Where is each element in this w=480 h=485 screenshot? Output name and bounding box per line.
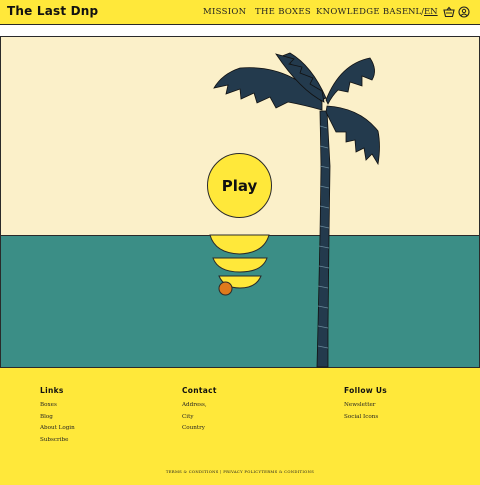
footer: Links Boxes Blog About Login Subscribe C… bbox=[0, 368, 480, 485]
footer-link-about-login[interactable]: About Login bbox=[40, 423, 75, 435]
lang-en[interactable]: EN bbox=[424, 7, 438, 17]
footer-link-subscribe[interactable]: Subscribe bbox=[40, 435, 75, 447]
footer-link-blog[interactable]: Blog bbox=[40, 412, 75, 424]
footer-contact-country: Country bbox=[182, 425, 205, 431]
footer-link-social-icons[interactable]: Social Icons bbox=[344, 412, 387, 424]
nav-the-boxes[interactable]: THE BOXES bbox=[255, 7, 311, 17]
beach-ball bbox=[218, 281, 233, 296]
nav-mission[interactable]: MISSION bbox=[203, 7, 246, 17]
language-switcher: NL/EN bbox=[408, 7, 438, 17]
header-spacer bbox=[0, 25, 480, 36]
footer-links-title: Links bbox=[40, 386, 64, 395]
footer-contact-city: City bbox=[182, 413, 194, 420]
lang-nl[interactable]: NL bbox=[408, 7, 421, 17]
nav-knowledge-base[interactable]: KNOWLEDGE BASE bbox=[316, 7, 408, 17]
footer-follow-column: Follow Us Newsletter Social Icons bbox=[344, 386, 387, 423]
cart-icon[interactable] bbox=[443, 6, 455, 18]
footer-legal-links[interactable]: TERMS & CONDITIONS | PRIVACY POLICYTERMS… bbox=[0, 469, 480, 474]
footer-link-newsletter[interactable]: Newsletter bbox=[344, 400, 387, 412]
footer-contact-column: Contact Address, City Country bbox=[182, 386, 217, 435]
footer-links-column: Links Boxes Blog About Login Subscribe bbox=[40, 386, 75, 446]
top-header: The Last Dnp MISSION THE BOXES KNOWLEDGE… bbox=[0, 0, 480, 25]
footer-link-boxes[interactable]: Boxes bbox=[40, 400, 75, 412]
footer-contact-title: Contact bbox=[182, 386, 217, 395]
play-button[interactable]: Play bbox=[207, 153, 272, 218]
footer-follow-title: Follow Us bbox=[344, 386, 388, 395]
footer-contact-address: Address, bbox=[182, 402, 207, 408]
sea bbox=[0, 235, 480, 368]
hero-scene: Play bbox=[0, 36, 480, 368]
user-icon[interactable] bbox=[458, 6, 470, 18]
site-logo[interactable]: The Last Dnp bbox=[7, 4, 98, 18]
